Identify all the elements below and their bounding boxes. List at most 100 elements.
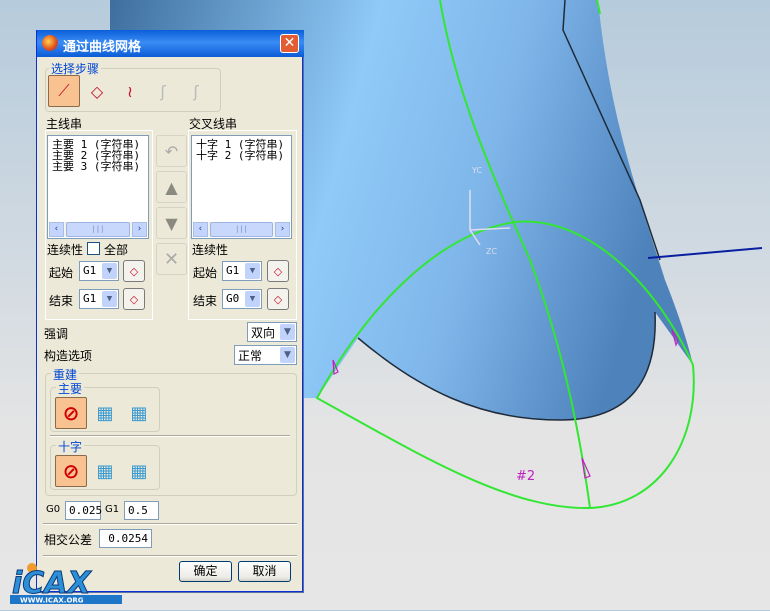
construction-options-label: 构造选项 — [44, 349, 93, 363]
separator — [43, 555, 297, 557]
cross-curves-step-button[interactable]: ◇ — [81, 75, 113, 107]
intersection-tolerance-label: 相交公差 — [44, 533, 93, 547]
cross-end-face-button[interactable]: ◇ — [267, 288, 289, 310]
face-select-icon: ◇ — [129, 264, 139, 278]
cross-start-face-button[interactable]: ◇ — [267, 260, 289, 282]
selected-value: 双向 — [251, 326, 276, 340]
spine-step-button[interactable]: ≀ — [114, 75, 146, 107]
selected-value: G1 — [83, 264, 97, 277]
cross-start-label: 起始 — [193, 266, 218, 280]
selected-value: 正常 — [238, 349, 263, 363]
rebuild-primary-none-button[interactable]: ⊘ — [55, 397, 87, 429]
scroll-right-icon[interactable]: › — [132, 222, 147, 237]
constraint-face-2-icon: ʃ — [193, 81, 199, 101]
primary-continuity-label: 连续性 — [47, 243, 84, 257]
intersection-tolerance-input[interactable]: 0.0254 — [99, 529, 152, 548]
g1-tolerance-input[interactable]: 0.5 — [124, 501, 159, 520]
scroll-left-icon[interactable]: ‹ — [49, 222, 64, 237]
rebuild-cross-none-button[interactable]: ⊘ — [55, 455, 87, 487]
axis-line — [647, 247, 763, 259]
primary-curves-step-button[interactable]: ⟋ — [48, 75, 80, 107]
chevron-down-icon: ▼ — [245, 263, 260, 279]
chevron-down-icon: ▼ — [102, 291, 117, 307]
horizontal-scrollbar[interactable]: ‹ ||| › — [193, 222, 290, 237]
cross-curves-icon: ◇ — [90, 81, 104, 101]
rebuild-cross-auto-button[interactable]: ▦ — [123, 455, 155, 487]
continuity-all-label: 全部 — [104, 243, 129, 257]
cross-end-continuity-select[interactable]: G0 ▼ — [222, 289, 262, 309]
manual-rebuild-icon: ▦ — [96, 460, 114, 482]
logo-graphic: iCAX WWW.ICAX.ORG — [10, 563, 122, 605]
cross-strings-list[interactable]: 十字 1 (字符串) 十字 2 (字符串) ‹ ||| › — [191, 135, 292, 239]
list-item[interactable]: 主要 3 (字符串) — [52, 161, 144, 172]
face-select-icon: ◇ — [273, 264, 283, 278]
scroll-right-icon[interactable]: › — [275, 222, 290, 237]
move-down-button[interactable]: ▼ — [156, 207, 187, 239]
scroll-thumb[interactable]: ||| — [66, 222, 130, 237]
g0-label: G0 — [46, 504, 61, 515]
primary-strings-list[interactable]: 主要 1 (字符串) 主要 2 (字符串) 主要 3 (字符串) ‹ ||| › — [47, 135, 149, 239]
rebuild-primary-label: 主要 — [56, 380, 85, 397]
arrow-down-icon: ▼ — [165, 213, 178, 233]
icax-logo: iCAX WWW.ICAX.ORG — [6, 562, 126, 608]
svg-text:WWW.ICAX.ORG: WWW.ICAX.ORG — [20, 597, 84, 605]
selected-value: G1 — [226, 264, 240, 277]
close-button[interactable]: ✕ — [280, 34, 299, 53]
cross-start-continuity-select[interactable]: G1 ▼ — [222, 261, 262, 281]
rebuild-cross-label: 十字 — [56, 438, 85, 455]
scroll-left-icon[interactable]: ‹ — [193, 222, 208, 237]
scroll-thumb[interactable]: ||| — [210, 222, 273, 237]
chevron-down-icon: ▼ — [102, 263, 117, 279]
curve-label: #2 — [516, 469, 535, 484]
emphasis-label: 强调 — [44, 327, 69, 341]
primary-curves-icon: ⟋ — [58, 81, 70, 100]
chevron-down-icon: ▼ — [280, 347, 295, 363]
auto-rebuild-icon: ▦ — [130, 402, 148, 424]
constraint-face-icon: ʃ — [160, 81, 166, 101]
app-icon — [42, 35, 58, 51]
constraint-face-step-button[interactable]: ʃ — [147, 75, 179, 107]
dialog-title: 通过曲线网格 — [63, 40, 142, 55]
g0-tolerance-input[interactable]: 0.025 — [65, 501, 102, 520]
cross-end-label: 结束 — [193, 294, 218, 308]
no-rebuild-icon: ⊘ — [62, 459, 80, 483]
dialog-title-bar[interactable]: 通过曲线网格 ✕ — [37, 30, 304, 57]
selected-value: G0 — [226, 292, 240, 305]
separator — [50, 435, 290, 437]
primary-end-face-button[interactable]: ◇ — [123, 288, 145, 310]
g1-label: G1 — [105, 504, 120, 515]
separator — [43, 523, 297, 525]
chevron-down-icon: ▼ — [280, 324, 295, 340]
horizontal-scrollbar[interactable]: ‹ ||| › — [49, 222, 147, 237]
primary-start-face-button[interactable]: ◇ — [123, 260, 145, 282]
axis-label-z: ZC — [486, 247, 497, 256]
rebuild-primary-auto-button[interactable]: ▦ — [123, 397, 155, 429]
cross-continuity-label: 连续性 — [192, 243, 229, 257]
primary-start-label: 起始 — [49, 266, 74, 280]
spine-icon: ≀ — [127, 81, 133, 101]
ok-button[interactable]: 确定 — [179, 561, 232, 582]
arrow-up-icon: ▲ — [165, 177, 178, 197]
face-select-icon: ◇ — [273, 292, 283, 306]
add-curve-icon: ↶ — [164, 141, 179, 161]
selected-value: G1 — [83, 292, 97, 305]
emphasis-select[interactable]: 双向 ▼ — [247, 322, 297, 342]
cancel-button[interactable]: 取消 — [238, 561, 291, 582]
primary-start-continuity-select[interactable]: G1 ▼ — [79, 261, 119, 281]
manual-rebuild-icon: ▦ — [96, 402, 114, 424]
no-rebuild-icon: ⊘ — [62, 401, 80, 425]
primary-end-continuity-select[interactable]: G1 ▼ — [79, 289, 119, 309]
add-curve-button[interactable]: ↶ — [156, 135, 187, 167]
auto-rebuild-icon: ▦ — [130, 460, 148, 482]
chevron-down-icon: ▼ — [245, 291, 260, 307]
axis-label-y: YC — [471, 166, 482, 175]
rebuild-primary-manual-button[interactable]: ▦ — [89, 397, 121, 429]
rebuild-cross-manual-button[interactable]: ▦ — [89, 455, 121, 487]
remove-icon: ✕ — [163, 248, 180, 270]
list-item[interactable]: 十字 2 (字符串) — [196, 150, 287, 161]
remove-button[interactable]: ✕ — [156, 243, 187, 275]
move-up-button[interactable]: ▲ — [156, 171, 187, 203]
construction-options-select[interactable]: 正常 ▼ — [234, 345, 297, 365]
continuity-all-checkbox[interactable] — [87, 242, 100, 255]
constraint-face-2-step-button[interactable]: ʃ — [180, 75, 212, 107]
